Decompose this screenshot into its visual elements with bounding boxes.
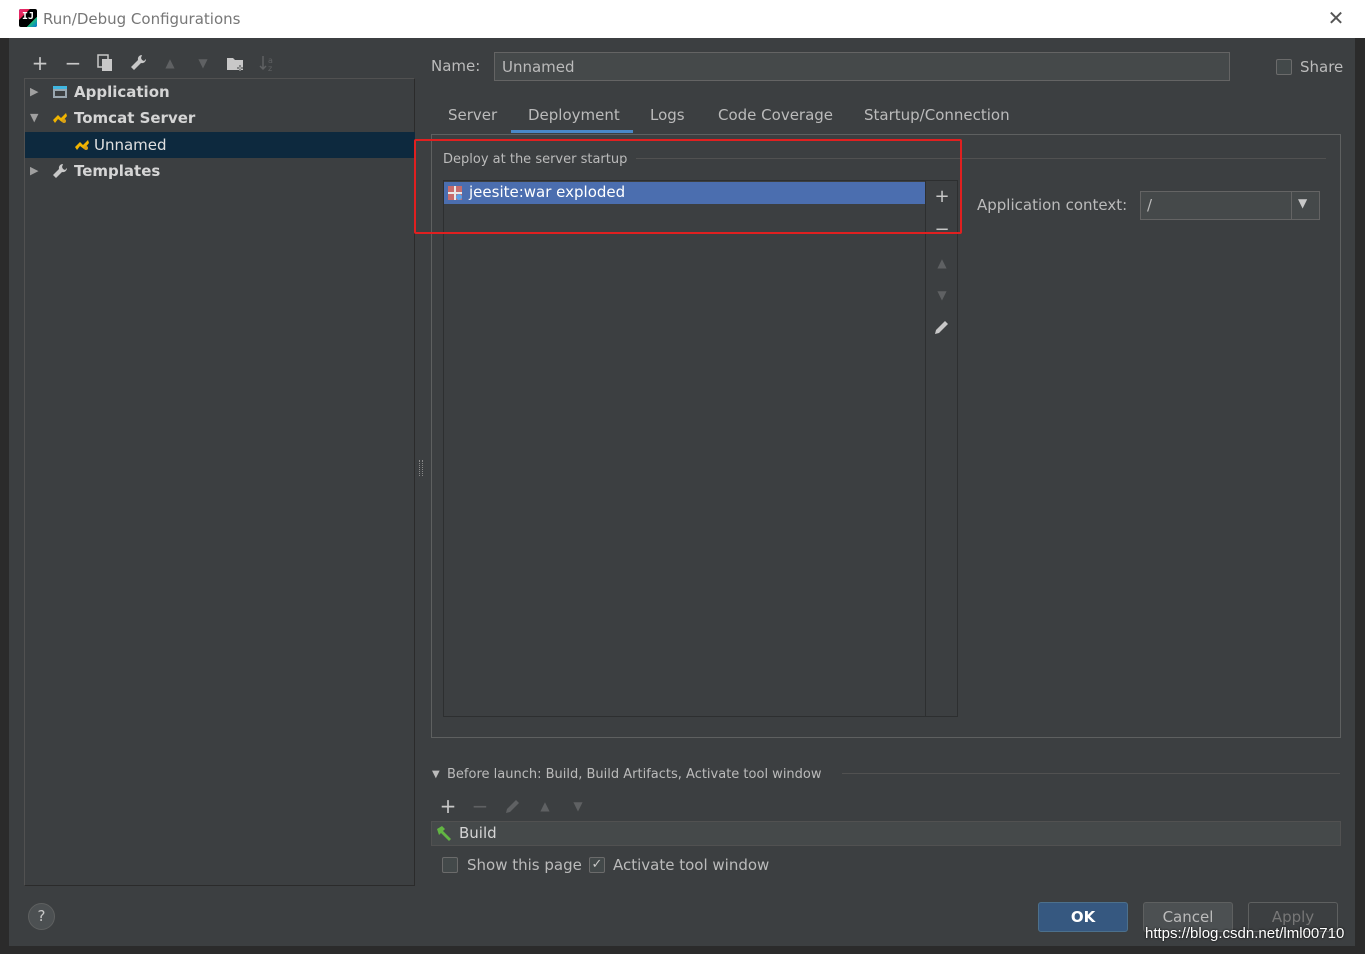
tree-item-unnamed[interactable]: Unnamed — [30, 132, 410, 158]
tab-startup-connection[interactable]: Startup/Connection — [864, 106, 1010, 134]
before-launch-title[interactable]: Before launch: Build, Build Artifacts, A… — [447, 767, 822, 782]
chevron-down-icon[interactable]: ▼ — [1298, 196, 1307, 210]
config-tree — [24, 78, 415, 886]
title-bar: IJ Run/Debug Configurations ✕ — [0, 0, 1365, 38]
help-button[interactable]: ? — [28, 903, 55, 930]
splitter-handle[interactable] — [419, 460, 423, 476]
task-label: Build — [459, 824, 497, 842]
active-tab-indicator — [511, 130, 633, 133]
add-icon[interactable]: + — [437, 795, 459, 817]
move-down-icon[interactable]: ▼ — [567, 795, 589, 817]
annotation-highlight-box — [414, 139, 962, 234]
intellij-app-icon: IJ — [19, 9, 37, 27]
move-down-icon[interactable]: ▼ — [931, 284, 953, 306]
list-toolbar-divider — [925, 181, 926, 716]
sort-icon[interactable]: az — [257, 52, 279, 74]
window-title: Run/Debug Configurations — [43, 10, 241, 28]
background-window-edge-right — [1355, 38, 1365, 954]
tab-server[interactable]: Server — [448, 106, 497, 134]
application-context-label: Application context: — [977, 196, 1128, 214]
ok-button[interactable]: OK — [1038, 902, 1128, 932]
combo-divider — [1291, 192, 1292, 219]
chevron-down-icon[interactable]: ▼ — [30, 105, 38, 131]
application-context-combo[interactable] — [1140, 191, 1320, 220]
wrench-icon[interactable] — [127, 52, 149, 74]
tab-code-coverage[interactable]: Code Coverage — [718, 106, 833, 134]
tree-item-tomcat-server[interactable]: ▼ Tomcat Server — [30, 105, 410, 131]
dialog-bottom-edge — [0, 946, 1365, 954]
edit-pencil-icon[interactable] — [502, 795, 524, 817]
move-up-icon[interactable]: ▲ — [159, 52, 181, 74]
tree-item-label: Tomcat Server — [74, 109, 196, 127]
tab-logs[interactable]: Logs — [650, 106, 685, 134]
remove-icon[interactable]: − — [469, 795, 491, 817]
tree-item-application[interactable]: ▶ Application — [30, 79, 410, 105]
move-up-icon[interactable]: ▲ — [931, 252, 953, 274]
move-down-icon[interactable]: ▼ — [192, 52, 214, 74]
activate-tool-window-label[interactable]: Activate tool window — [613, 856, 769, 874]
collapse-arrow-icon[interactable]: ▼ — [432, 769, 440, 780]
chevron-right-icon[interactable]: ▶ — [30, 79, 38, 105]
background-window-edge — [0, 38, 9, 954]
share-label[interactable]: Share — [1300, 58, 1343, 76]
show-page-checkbox[interactable] — [442, 857, 458, 873]
edit-pencil-icon[interactable] — [931, 316, 953, 338]
tree-item-label: Templates — [74, 162, 161, 180]
name-label: Name: — [431, 57, 481, 75]
svg-text:z: z — [268, 64, 272, 73]
move-up-icon[interactable]: ▲ — [534, 795, 556, 817]
share-checkbox[interactable] — [1276, 59, 1292, 75]
application-icon — [52, 84, 68, 100]
folder-icon[interactable] — [225, 52, 247, 74]
application-context-value: / — [1147, 196, 1153, 214]
hammer-icon — [435, 824, 453, 842]
name-input[interactable]: Unnamed — [494, 52, 1230, 81]
show-page-label[interactable]: Show this page — [467, 856, 582, 874]
watermark-url: https://blog.csdn.net/lml00710 — [1145, 925, 1345, 942]
activate-tool-window-checkbox[interactable]: ✓ — [589, 857, 605, 873]
wrench-icon — [52, 163, 68, 179]
task-row[interactable] — [431, 821, 1341, 846]
tree-item-templates[interactable]: ▶ Templates — [30, 158, 410, 184]
add-icon[interactable]: + — [29, 52, 51, 74]
copy-icon[interactable] — [94, 52, 116, 74]
chevron-right-icon[interactable]: ▶ — [30, 158, 38, 184]
close-icon[interactable]: ✕ — [1326, 8, 1346, 28]
artifact-list[interactable] — [443, 180, 958, 717]
tree-item-label: Application — [74, 83, 170, 101]
tomcat-icon — [52, 110, 68, 126]
tomcat-icon — [74, 137, 90, 153]
tree-item-label: Unnamed — [94, 136, 167, 154]
before-launch-divider — [842, 773, 1340, 774]
remove-icon[interactable]: − — [62, 52, 84, 74]
